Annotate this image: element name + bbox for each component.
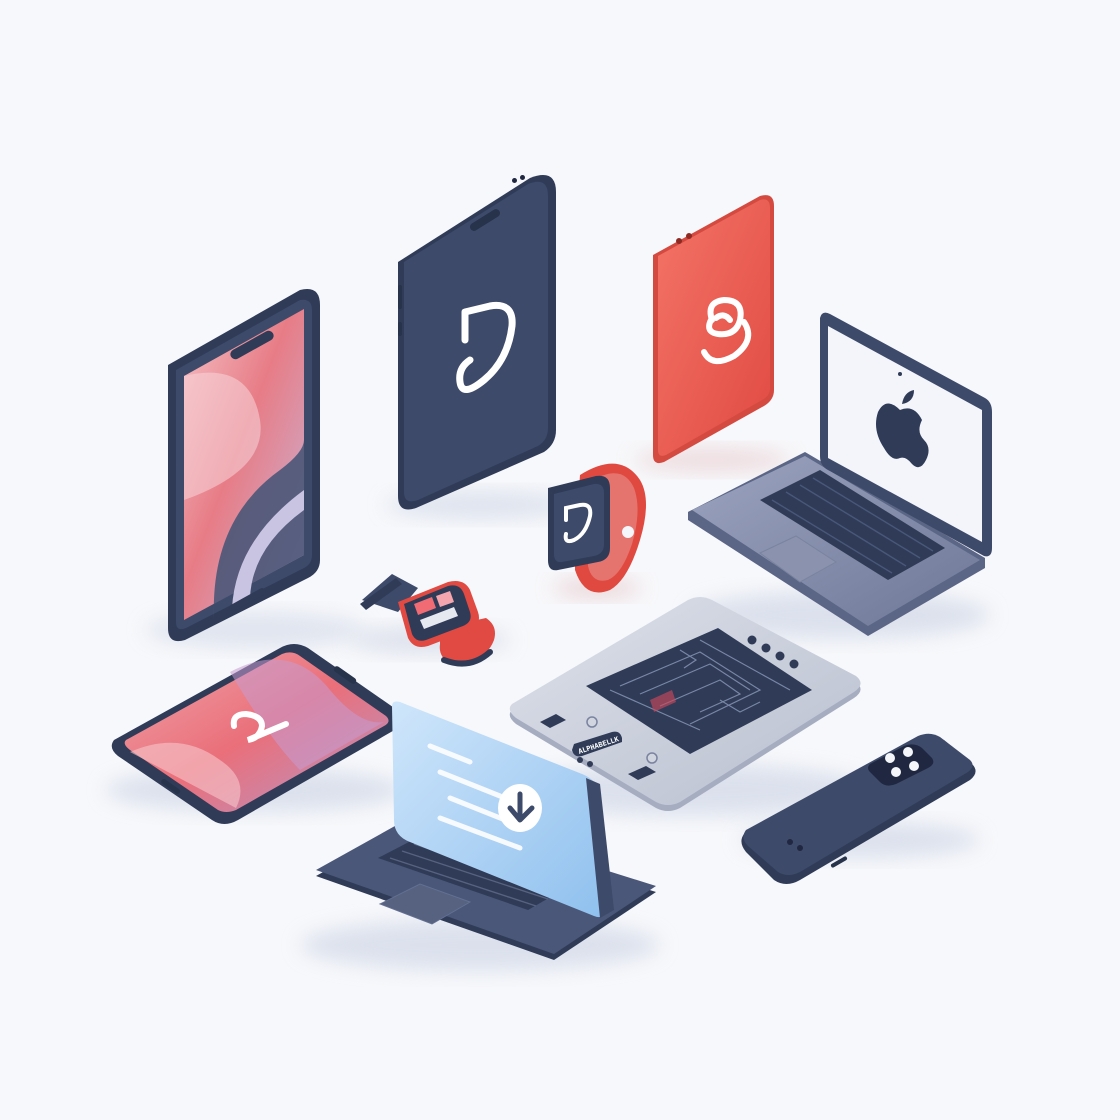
phone-back xyxy=(385,175,575,519)
watch-flat xyxy=(350,574,510,667)
device-scene: ALPHABELLK xyxy=(105,175,992,971)
console-knob[interactable] xyxy=(646,752,658,764)
console-knob[interactable] xyxy=(586,716,598,728)
watch-crown xyxy=(622,526,634,538)
phone-left xyxy=(145,289,365,648)
watch-upright xyxy=(548,463,646,598)
tablet-left xyxy=(105,644,405,824)
phone-red xyxy=(634,195,790,472)
watch-screen xyxy=(554,483,604,563)
download-arrow-icon xyxy=(498,784,542,832)
